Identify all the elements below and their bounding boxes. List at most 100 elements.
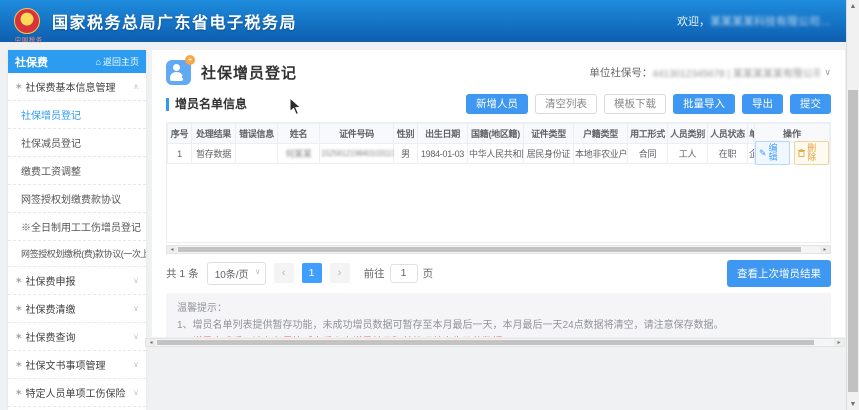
chevron-down-icon: ∨ <box>133 388 139 397</box>
scroll-right-icon[interactable]: ▸ <box>820 246 830 253</box>
prev-page-button[interactable]: ‹ <box>273 263 294 283</box>
sidebar-group-basic-info[interactable]: ∗ 社保费基本信息管理 ∧ <box>8 73 146 101</box>
goto-page-input[interactable] <box>389 263 418 283</box>
sidebar-group-label: 社保费查询 <box>25 333 76 344</box>
sidebar-group-shenbao[interactable]: ∗ 社保费申报 ∨ <box>8 267 146 295</box>
scroll-right-icon[interactable]: ▸ <box>834 339 844 346</box>
scroll-left-icon[interactable]: ◂ <box>167 246 177 253</box>
welcome-prefix: 欢迎， <box>677 16 710 28</box>
sidebar-item-wangqian-xieyi[interactable]: 网签授权划缴费款协议 <box>8 185 146 213</box>
goto-page-group: 前往 页 <box>364 263 434 283</box>
chevron-down-icon: ∨ <box>133 332 139 341</box>
next-page-button[interactable]: › <box>329 263 350 283</box>
clear-list-button[interactable]: 清空列表 <box>535 93 597 115</box>
col-renyuan-zhuangtai: 人员状态 <box>707 123 748 144</box>
welcome-text: 欢迎， 某某某某科技有限公司… <box>677 13 831 29</box>
cell-xuhao: 1 <box>167 143 192 164</box>
chevron-down-icon: ∨ <box>824 66 831 77</box>
delete-row-button[interactable]: 删除 <box>794 141 829 165</box>
sidebar-item-jiaofei-gongzi[interactable]: 缴费工资调整 <box>8 157 146 185</box>
col-xuhao: 序号 <box>167 123 192 144</box>
pagination-row: 共 1 条 10条/页 ∨ ‹ 1 › 前往 页 查看上次增员结果 <box>166 259 831 287</box>
page-title: 社保增员登记 <box>201 64 298 82</box>
chevron-down-icon: ∨ <box>254 266 261 276</box>
col-guoji: 国籍(地区籍) <box>467 123 524 144</box>
template-download-button[interactable]: 模板下载 <box>604 93 666 115</box>
page-size-select[interactable]: 10条/页 ∨ <box>206 261 266 285</box>
sidebar-item-shebao-jianyuan[interactable]: 社保减员登记 <box>8 129 146 157</box>
scroll-down-icon[interactable]: ▼ <box>847 398 859 410</box>
batch-import-button[interactable]: 批量导入 <box>673 93 735 115</box>
scrollbar-thumb[interactable] <box>157 340 814 345</box>
sidebar-item-wangqian-yicishangmen[interactable]: 网签授权划缴税(费)款协议(一次上门) <box>8 241 146 267</box>
cell-xingming: 何某某 <box>277 143 320 164</box>
bullet-icon: ∗ <box>15 81 23 91</box>
bullet-icon: ∗ <box>15 359 23 369</box>
add-person-button[interactable]: 新增人员 <box>466 93 528 115</box>
sidebar-group-chaxun[interactable]: ∗ 社保费查询 ∨ <box>8 323 146 351</box>
toolbar-buttons: 新增人员 清空列表 模板下载 批量导入 导出 提交 <box>466 93 831 115</box>
edit-row-button[interactable]: ✎ 编辑 <box>755 141 791 165</box>
cell-chusheng-riqi: 1984-01-03 <box>417 143 468 164</box>
cell-yonggong-xingshi: 合同 <box>627 143 668 164</box>
emblem-caption: 中国税务 <box>14 38 43 44</box>
sidebar-group-teding-renyuan[interactable]: ∗ 特定人员单项工伤保险 ∨ <box>8 379 146 407</box>
content-horizontal-scrollbar[interactable]: ◂ ▸ <box>145 338 845 347</box>
scrollbar-track[interactable] <box>156 339 834 346</box>
sidebar-item-gongshang-zengyuan[interactable]: ※全日制用工工伤增员登记 <box>8 213 146 241</box>
current-page-button[interactable]: 1 <box>301 263 322 283</box>
view-last-result-button[interactable]: 查看上次增员结果 <box>727 259 831 287</box>
sidebar-item-label: 社保增员登记 <box>21 111 81 122</box>
sidebar-group-label: 社保费清缴 <box>25 305 76 316</box>
return-home-link[interactable]: ⌂ 返回主页 <box>96 55 139 68</box>
app-header: ★ 中国税务 国家税务总局广东省电子税务局 欢迎， 某某某某科技有限公司… <box>0 0 859 44</box>
sidebar-item-label: ※全日制用工工伤增员登记 <box>21 223 141 234</box>
col-chusheng-riqi: 出生日期 <box>417 123 468 144</box>
sidebar-group-wenshu[interactable]: ∗ 社保文书事项管理 ∨ <box>8 351 146 379</box>
scrollbar-thumb[interactable] <box>848 90 858 392</box>
cell-zhengjian-haoma: 152561219840103111 <box>319 143 394 164</box>
scroll-up-icon[interactable]: ▲ <box>847 0 859 12</box>
cell-huji-leixing: 本地非农业户口 <box>573 143 628 164</box>
scrollbar-thumb[interactable] <box>178 247 801 252</box>
national-emblem-logo: ★ 中国税务 <box>14 8 42 44</box>
sidebar: 社保费 ⌂ 返回主页 ∗ 社保费基本信息管理 ∧ 社保增员登记 社保减员登记 缴… <box>8 50 146 410</box>
sidebar-item-label: 网签授权划缴税(费)款协议(一次上门) <box>21 249 146 259</box>
col-renyuan-leibie: 人员类别 <box>667 123 708 144</box>
sidebar-header: 社保费 ⌂ 返回主页 <box>8 50 146 73</box>
page-vertical-scrollbar[interactable]: ▲ ▼ <box>846 0 859 410</box>
welcome-company-name: 某某某某科技有限公司… <box>710 16 831 28</box>
unit-shebao-select[interactable]: 单位社保号： 4413012345678 | 某某某某某有限公司 ∨ <box>589 65 831 80</box>
sidebar-group-label: 社保费申报 <box>25 277 76 288</box>
return-home-label: 返回主页 <box>102 57 139 67</box>
chevron-down-icon: ∨ <box>133 360 139 369</box>
tips-title: 温馨提示： <box>177 303 227 314</box>
cell-xingbie: 男 <box>393 143 418 164</box>
col-yonggong-xingshi: 用工形式 <box>627 123 668 144</box>
col-zhengjian-haoma: 证件号码 <box>319 123 394 144</box>
scroll-left-icon[interactable]: ◂ <box>146 339 156 346</box>
sidebar-group-qingjiao[interactable]: ∗ 社保费清缴 ∨ <box>8 295 146 323</box>
sidebar-group-label: 特定人员单项工伤保险 <box>25 389 126 400</box>
unit-shebao-value: 4413012345678 | 某某某某某有限公司 <box>652 68 821 80</box>
col-huji-leixing: 户籍类型 <box>573 123 628 144</box>
trash-icon <box>798 149 806 157</box>
chevron-down-icon: ∨ <box>133 276 139 285</box>
bullet-icon: ∗ <box>15 303 23 313</box>
export-button[interactable]: 导出 <box>742 93 783 115</box>
scrollbar-track[interactable] <box>177 246 820 253</box>
cell-chuli-jieguo: 暂存数据 <box>191 143 236 164</box>
cell-zhengjian-leixing: 居民身份证 <box>523 143 574 164</box>
goto-suffix: 页 <box>422 267 434 280</box>
sidebar-item-shebao-zengyuan[interactable]: 社保增员登记 <box>8 101 146 129</box>
submit-button[interactable]: 提交 <box>790 93 831 115</box>
tips-box: 温馨提示： 1、增员名单列表提供暂存功能，未成功增员数据可暂存至本月最后一天，本… <box>166 293 831 337</box>
add-person-icon: + <box>166 54 195 85</box>
cell-cuowu-xinxi <box>235 143 278 164</box>
chevron-up-icon: ∧ <box>133 82 139 91</box>
table-horizontal-scrollbar[interactable]: ◂ ▸ <box>166 245 831 254</box>
col-chuli-jieguo: 处理结果 <box>191 123 236 144</box>
tips-line1: 1、增员名单列表提供暂存功能，未成功增员数据可暂存至本月最后一天，本月最后一天2… <box>177 320 724 331</box>
page-size-value: 10条/页 <box>214 269 249 281</box>
bullet-icon: ∗ <box>15 331 23 341</box>
